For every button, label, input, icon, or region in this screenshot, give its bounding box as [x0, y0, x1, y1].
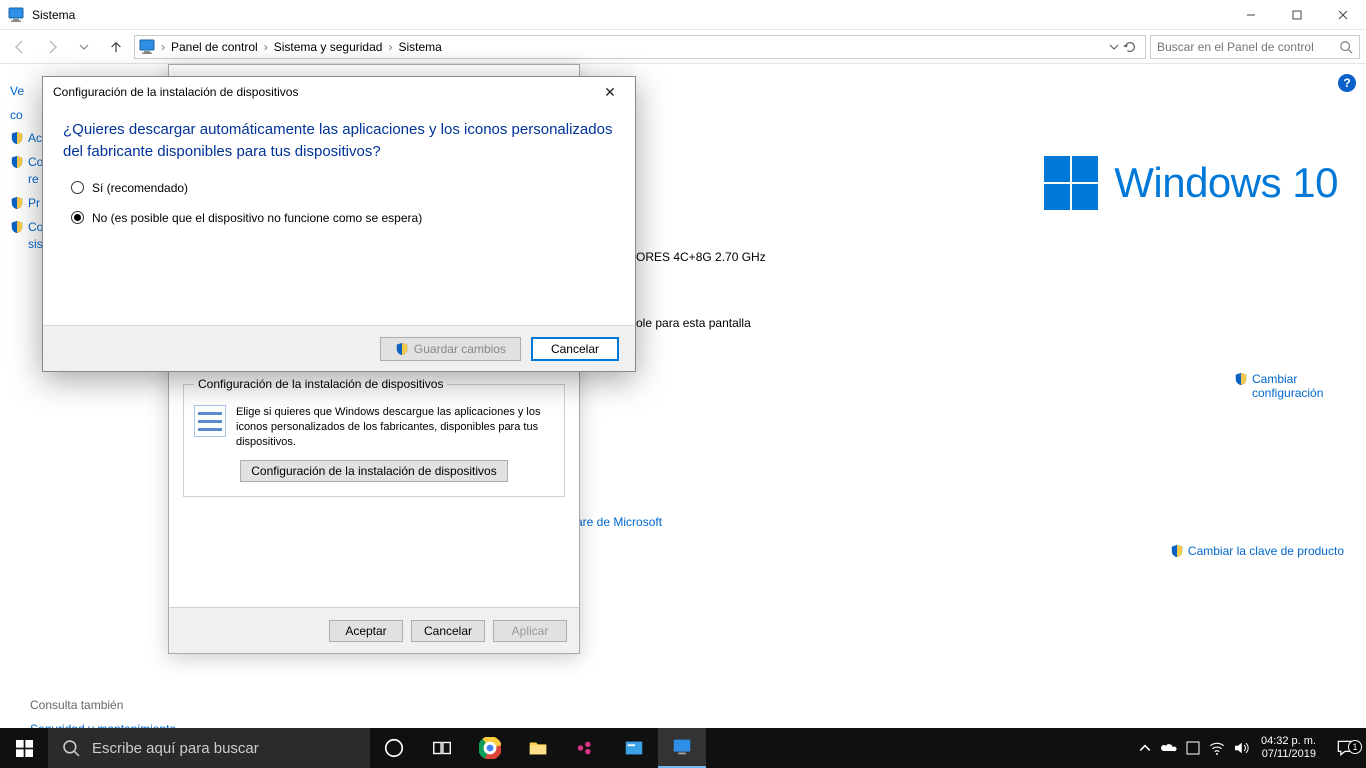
control-panel-taskbar-icon[interactable]	[658, 728, 706, 768]
app-taskbar-icon-2[interactable]	[610, 728, 658, 768]
tray-app-icon[interactable]	[1181, 740, 1205, 756]
taskbar-search-placeholder: Escribe aquí para buscar	[92, 740, 259, 757]
device-install-modal: Configuración de la instalación de dispo…	[42, 76, 636, 372]
start-button[interactable]	[0, 728, 48, 768]
search-placeholder: Buscar en el Panel de control	[1157, 40, 1339, 54]
modal-close-button[interactable]: ✕	[595, 84, 625, 101]
dropdown-icon[interactable]	[1109, 42, 1119, 52]
app-icon	[8, 7, 24, 23]
breadcrumb-item[interactable]: Sistema y seguridad	[274, 40, 383, 54]
tray-chevron-up-icon[interactable]	[1133, 742, 1157, 754]
display-text-peek: ole para esta pantalla	[636, 316, 751, 330]
back-button[interactable]	[6, 33, 34, 61]
save-changes-button: Guardar cambios	[380, 337, 521, 361]
sidebar-text: co	[10, 108, 23, 124]
radio-label: No (es posible que el dispositivo no fun…	[92, 211, 422, 225]
modal-footer: Guardar cambios Cancelar	[43, 325, 635, 371]
help-icon[interactable]: ?	[1338, 74, 1356, 92]
sidebar-peek: Ve co Ac Co re Pr Co sis	[10, 84, 45, 261]
tray-wifi-icon[interactable]	[1205, 739, 1229, 757]
shield-icon	[1234, 372, 1248, 386]
action-center-button[interactable]: 1	[1324, 738, 1366, 758]
navigation-bar: › Panel de control › Sistema y seguridad…	[0, 30, 1366, 64]
windows-logo-text: Windows 10	[1114, 159, 1338, 207]
fieldset-description: Elige si quieres que Windows descargue l…	[236, 405, 554, 450]
task-view-button[interactable]	[418, 728, 466, 768]
chevron-right-icon: ›	[264, 40, 268, 54]
shield-icon	[1170, 544, 1184, 558]
address-bar[interactable]: › Panel de control › Sistema y seguridad…	[134, 35, 1146, 59]
see-also-header: Consulta también	[30, 698, 176, 712]
radio-option-yes[interactable]: Sí (recomendado)	[71, 181, 607, 195]
control-panel-body: ? Ve co Ac Co re Pr Co sis Windows 10 Ca…	[0, 64, 1366, 742]
search-icon	[1339, 40, 1353, 54]
clock-date: 07/11/2019	[1261, 748, 1316, 761]
device-install-settings-button[interactable]: Configuración de la instalación de dispo…	[240, 460, 507, 482]
breadcrumb-item[interactable]: Sistema	[398, 40, 441, 54]
device-install-fieldset: Configuración de la instalación de dispo…	[183, 377, 565, 497]
modal-question: ¿Quieres descargar automáticamente las a…	[43, 107, 635, 163]
modal-titlebar: Configuración de la instalación de dispo…	[43, 77, 635, 107]
minimize-button[interactable]	[1228, 0, 1274, 30]
chevron-right-icon: ›	[161, 40, 165, 54]
file-explorer-taskbar-icon[interactable]	[514, 728, 562, 768]
list-icon	[194, 405, 226, 437]
maximize-button[interactable]	[1274, 0, 1320, 30]
shield-icon	[10, 220, 24, 234]
shield-icon	[395, 342, 409, 356]
fieldset-legend: Configuración de la instalación de dispo…	[194, 377, 447, 391]
windows-icon	[16, 740, 33, 757]
shield-icon	[10, 131, 24, 145]
sysprops-footer: Aceptar Cancelar Aplicar	[169, 607, 579, 653]
ok-button[interactable]: Aceptar	[329, 620, 403, 642]
shield-icon	[10, 155, 24, 169]
processor-text-peek: ORES 4C+8G 2.70 GHz	[636, 250, 766, 264]
up-button[interactable]	[102, 33, 130, 61]
app-taskbar-icon[interactable]	[562, 728, 610, 768]
recent-button[interactable]	[70, 33, 98, 61]
taskbar: Escribe aquí para buscar 04:32 p. m. 07/…	[0, 728, 1366, 768]
ms-terms-link-peek[interactable]: are de Microsoft	[576, 515, 662, 529]
close-button[interactable]	[1320, 0, 1366, 30]
modal-title: Configuración de la instalación de dispo…	[53, 85, 595, 99]
sidebar-text: Ve	[10, 84, 24, 100]
radio-option-no[interactable]: No (es posible que el dispositivo no fun…	[71, 211, 607, 225]
radio-icon	[71, 181, 84, 194]
sidebar-text: sis	[28, 237, 43, 253]
radio-icon-selected	[71, 211, 84, 224]
system-tray: 04:32 p. m. 07/11/2019 1	[1133, 728, 1366, 768]
sidebar-text: Pr	[28, 196, 40, 212]
breadcrumb-item[interactable]: Panel de control	[171, 40, 258, 54]
search-input[interactable]: Buscar en el Panel de control	[1150, 35, 1360, 59]
shield-icon	[10, 196, 24, 210]
notification-badge: 1	[1348, 740, 1362, 754]
taskbar-search[interactable]: Escribe aquí para buscar	[48, 728, 370, 768]
change-product-key-link[interactable]: Cambiar la clave de producto	[1170, 544, 1344, 558]
sidebar-text: Ac	[28, 131, 42, 147]
radio-label: Sí (recomendado)	[92, 181, 188, 195]
search-icon	[62, 739, 80, 757]
windows-logo: Windows 10	[1044, 156, 1338, 210]
taskbar-clock[interactable]: 04:32 p. m. 07/11/2019	[1253, 735, 1324, 761]
apply-button: Aplicar	[493, 620, 567, 642]
monitor-icon	[139, 39, 155, 55]
window-title: Sistema	[32, 8, 1228, 22]
windows-tiles-icon	[1044, 156, 1098, 210]
sidebar-text: re	[28, 172, 39, 188]
tray-volume-icon[interactable]	[1229, 739, 1253, 757]
title-bar: Sistema	[0, 0, 1366, 30]
clock-time: 04:32 p. m.	[1261, 735, 1316, 748]
cancel-button[interactable]: Cancelar	[411, 620, 485, 642]
forward-button[interactable]	[38, 33, 66, 61]
refresh-icon[interactable]	[1123, 40, 1137, 54]
change-config-link[interactable]: Cambiar configuración	[1234, 372, 1332, 400]
chrome-taskbar-icon[interactable]	[466, 728, 514, 768]
chevron-right-icon: ›	[388, 40, 392, 54]
tray-onedrive-icon[interactable]	[1157, 739, 1181, 757]
cancel-button[interactable]: Cancelar	[531, 337, 619, 361]
cortana-button[interactable]	[370, 728, 418, 768]
